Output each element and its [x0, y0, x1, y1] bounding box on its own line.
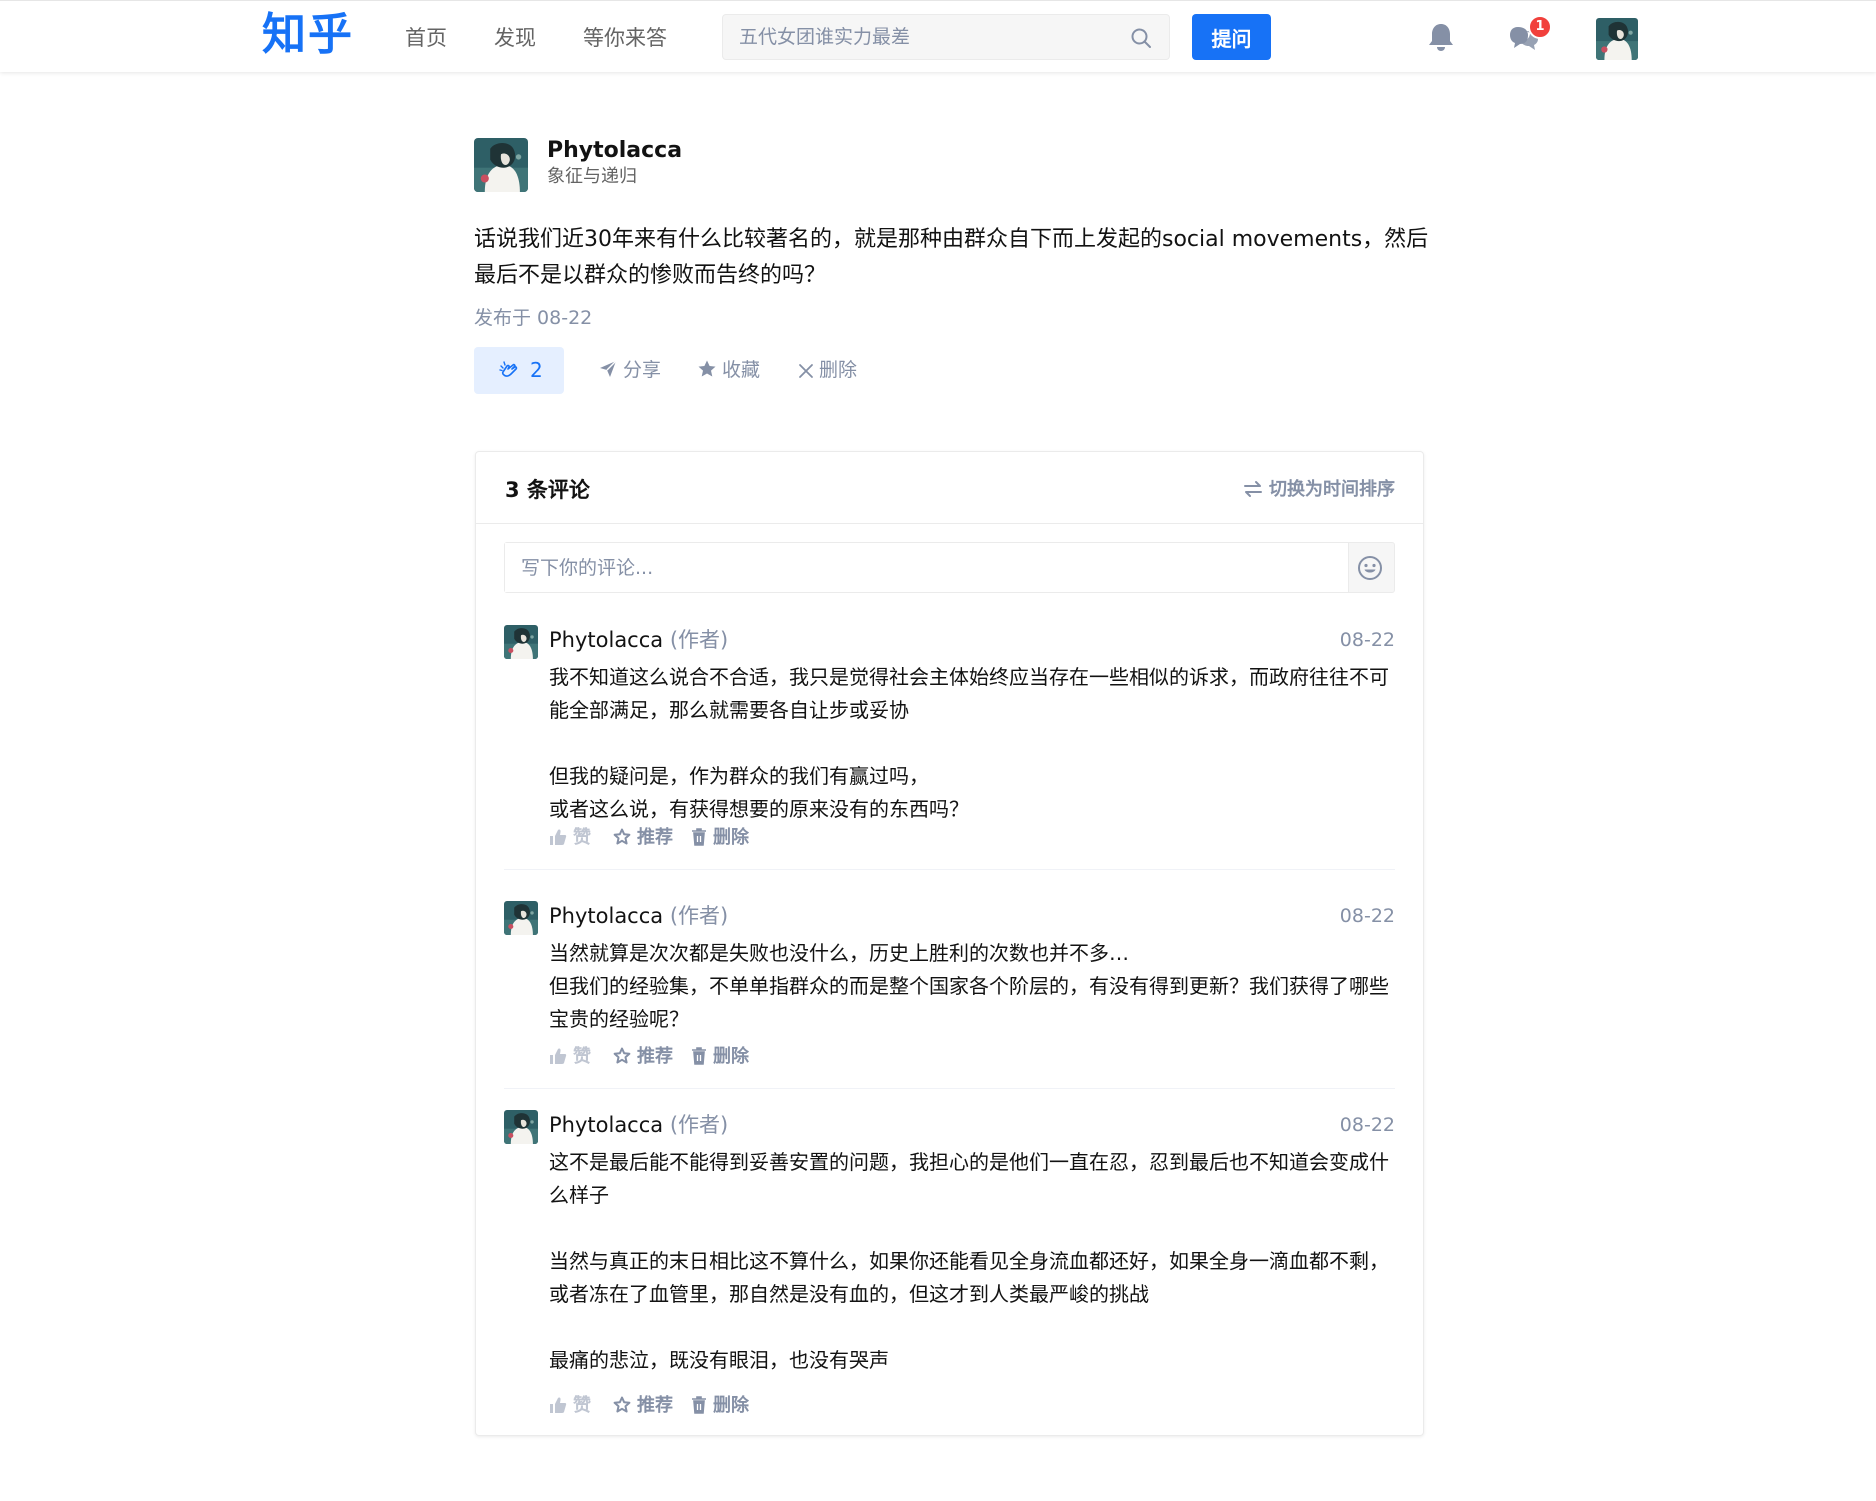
like-label: 赞: [573, 1046, 591, 1067]
comment-item: Phytolacca (作者) 08-22 当然就算是次次都是失败也没什么，历史…: [504, 901, 1395, 1101]
thumbs-up-icon: [550, 829, 567, 845]
post-author-name[interactable]: Phytolacca: [547, 136, 682, 166]
comment-author: Phytolacca (作者): [549, 901, 728, 931]
star-outline-icon: [613, 1047, 631, 1064]
notification-bell-icon[interactable]: [1425, 21, 1457, 53]
comment-author-role: (作者): [669, 628, 729, 652]
like-label: 赞: [573, 827, 591, 848]
comment-delete-button[interactable]: 删除: [691, 1393, 749, 1419]
star-outline-icon: [613, 1396, 631, 1413]
comment-item: Phytolacca (作者) 08-22 我不知道这么说合不合适，我只是觉得社…: [504, 625, 1395, 871]
search-icon[interactable]: [1129, 26, 1153, 50]
comment-line: 但我的疑问是，作为群众的我们有赢过吗，: [549, 764, 929, 788]
applaud-button[interactable]: 2: [474, 347, 564, 394]
comment-line: 当然就算是次次都是失败也没什么，历史上胜利的次数也并不多…: [549, 941, 1129, 965]
comment-blank-line: [549, 727, 1395, 760]
sort-toggle-label: 切换为时间排序: [1269, 479, 1395, 500]
trash-icon: [692, 1047, 706, 1065]
post-author-avatar[interactable]: [474, 138, 528, 192]
comment-delete-button[interactable]: 删除: [691, 825, 749, 851]
like-label: 赞: [573, 1395, 591, 1416]
thumbs-up-icon: [550, 1048, 567, 1064]
collect-button[interactable]: 收藏: [697, 356, 760, 384]
header-divider: [476, 523, 1423, 524]
swap-arrows-icon: [1244, 481, 1262, 497]
comments-count-title: 3 条评论: [505, 478, 590, 502]
search-input[interactable]: [739, 15, 1109, 59]
comment-line: 最痛的悲泣，既没有眼泪，也没有哭声: [549, 1348, 889, 1372]
comment-editor: [504, 542, 1395, 593]
star-icon: [698, 360, 716, 377]
top-header: 知乎 首页 发现 等你来答 提问 1: [0, 0, 1876, 72]
applaud-count: 2: [530, 358, 543, 382]
comment-recommend-button[interactable]: 推荐: [613, 1044, 673, 1070]
applaud-icon: [499, 361, 518, 377]
post-content: 话说我们近30年来有什么比较著名的，就是那种由群众自下而上发起的social m…: [474, 227, 1429, 288]
comment-line: 但我们的经验集，不单单指群众的而是整个国家各个阶层的，有没有得到更新？我们获得了…: [549, 974, 1389, 1031]
zhihu-logo[interactable]: 知乎: [262, 9, 354, 61]
comment-divider: [504, 869, 1395, 870]
comment-date: 08-22: [1339, 629, 1395, 651]
comment-date: 08-22: [1339, 905, 1395, 927]
comment-author-role: (作者): [669, 1113, 729, 1137]
close-icon: [799, 364, 813, 378]
trash-icon: [692, 828, 706, 846]
comment-author-name[interactable]: Phytolacca: [549, 904, 663, 928]
comment-item: Phytolacca (作者) 08-22 这不是最后能不能得到妥善安置的问题，…: [504, 1110, 1395, 1420]
comment-recommend-button[interactable]: 推荐: [613, 825, 673, 851]
comment-recommend-button[interactable]: 推荐: [613, 1393, 673, 1419]
emoji-icon[interactable]: [1357, 555, 1383, 581]
comment-line: 我不知道这么说合不合适，我只是觉得社会主体始终应当存在一些相似的诉求，而政府往往…: [549, 665, 1389, 722]
user-avatar[interactable]: [1596, 18, 1638, 60]
comment-blank-line: [549, 1311, 1395, 1344]
sort-toggle-button[interactable]: 切换为时间排序: [1243, 476, 1395, 504]
delete-label: 删除: [713, 827, 749, 848]
post-publish-date: 发布于 08-22: [474, 307, 593, 329]
nav-home[interactable]: 首页: [405, 23, 447, 53]
comment-line: 这不是最后能不能得到妥善安置的问题，我担心的是他们一直在忍，忍到最后也不知道会变…: [549, 1150, 1389, 1207]
delete-post-button[interactable]: 删除: [798, 356, 857, 384]
comment-delete-button[interactable]: 删除: [691, 1044, 749, 1070]
comment-divider: [504, 1088, 1395, 1089]
star-outline-icon: [613, 828, 631, 845]
recommend-label: 推荐: [637, 1046, 673, 1067]
comment-line: 当然与真正的末日相比这不算什么，如果你还能看见全身流血都还好，如果全身一滴血都不…: [549, 1249, 1389, 1306]
recommend-label: 推荐: [637, 1395, 673, 1416]
paper-plane-icon: [600, 360, 617, 377]
comment-like-button[interactable]: 赞: [549, 825, 591, 851]
trash-icon: [692, 1396, 706, 1414]
comment-blank-line: [549, 1212, 1395, 1245]
message-count-badge: 1: [1528, 15, 1552, 39]
comment-author-avatar[interactable]: [504, 625, 538, 659]
comment-author: Phytolacca (作者): [549, 1110, 728, 1140]
recommend-label: 推荐: [637, 827, 673, 848]
ask-question-button[interactable]: 提问: [1192, 14, 1271, 60]
comment-author-role: (作者): [669, 904, 729, 928]
comment-author-name[interactable]: Phytolacca: [549, 628, 663, 652]
comment-author-avatar[interactable]: [504, 901, 538, 935]
delete-label: 删除: [713, 1046, 749, 1067]
share-label: 分享: [623, 359, 662, 381]
comment-content: 当然就算是次次都是失败也没什么，历史上胜利的次数也并不多… 但我们的经验集，不单…: [549, 937, 1395, 1036]
comment-date: 08-22: [1339, 1114, 1395, 1136]
comment-like-button[interactable]: 赞: [549, 1044, 591, 1070]
comment-line: 或者这么说，有获得想要的原来没有的东西吗？: [549, 797, 969, 821]
thumbs-up-icon: [550, 1397, 567, 1413]
delete-label: 删除: [819, 359, 858, 381]
nav-discover[interactable]: 发现: [494, 23, 536, 53]
comment-author-avatar[interactable]: [504, 1110, 538, 1144]
comments-panel: 3 条评论 切换为时间排序 Phytolacca (作者) 08-22 我不知道…: [475, 451, 1424, 1436]
comment-author: Phytolacca (作者): [549, 625, 728, 655]
comment-input[interactable]: [505, 543, 1349, 592]
nav-waiting-answers[interactable]: 等你来答: [583, 23, 667, 53]
comment-like-button[interactable]: 赞: [549, 1393, 591, 1419]
delete-label: 删除: [713, 1395, 749, 1416]
comment-content: 这不是最后能不能得到妥善安置的问题，我担心的是他们一直在忍，忍到最后也不知道会变…: [549, 1146, 1395, 1377]
comment-author-name[interactable]: Phytolacca: [549, 1113, 663, 1137]
comment-content: 我不知道这么说合不合适，我只是觉得社会主体始终应当存在一些相似的诉求，而政府往往…: [549, 661, 1395, 826]
share-button[interactable]: 分享: [598, 356, 661, 384]
search-box: [722, 14, 1170, 60]
post-author-headline: 象征与递归: [547, 166, 637, 187]
collect-label: 收藏: [722, 359, 761, 381]
